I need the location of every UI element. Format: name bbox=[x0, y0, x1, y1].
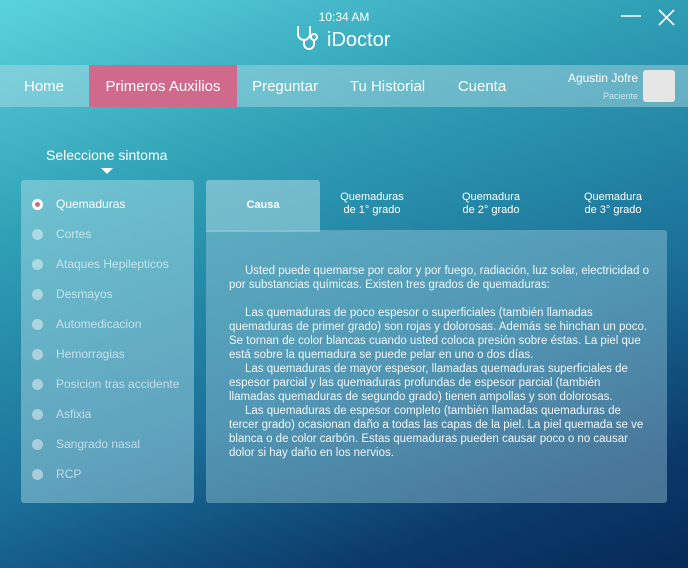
tab-label-line: Quemaduras bbox=[340, 191, 404, 203]
tab-label-line: de 3° grado bbox=[584, 204, 642, 216]
symptom-item-hemorragias[interactable]: Hemorragias bbox=[21, 341, 194, 367]
user-role: Paciente bbox=[602, 91, 638, 101]
symptom-list: Quemaduras Cortes Ataques Hepilepticos D… bbox=[21, 180, 194, 503]
radio-unselected[interactable] bbox=[32, 349, 43, 360]
title-bar: 10:34 AM iDoctor bbox=[0, 0, 688, 64]
radio-unselected[interactable] bbox=[32, 259, 43, 270]
radio-selected[interactable] bbox=[32, 199, 43, 210]
tab-second-degree[interactable]: Quemadura de 2° grado bbox=[446, 180, 536, 232]
content-text: Usted puede quemarse por calor y por fue… bbox=[229, 264, 649, 460]
symptom-label: Hemorragias bbox=[56, 347, 125, 361]
content-paragraph: Usted puede quemarse por calor y por fue… bbox=[229, 265, 650, 291]
symptom-select-label: Seleccione sintoma bbox=[46, 147, 168, 163]
symptom-item-ataques-hepilepticos[interactable]: Ataques Hepilepticos bbox=[21, 251, 194, 277]
radio-unselected[interactable] bbox=[32, 409, 43, 420]
tab-label-line: de 2° grado bbox=[462, 204, 520, 216]
nav-bar: Home Primeros Auxilios Preguntar Tu Hist… bbox=[0, 65, 688, 107]
radio-unselected[interactable] bbox=[32, 379, 43, 390]
tab-label-line: de 1° grado bbox=[343, 204, 401, 216]
nav-ask[interactable]: Preguntar bbox=[237, 65, 333, 107]
tab-first-degree[interactable]: Quemaduras de 1° grado bbox=[326, 180, 418, 232]
clock: 10:34 AM bbox=[318, 10, 370, 24]
info-tabs: Causa Quemaduras de 1° grado Quemadura d… bbox=[206, 180, 667, 503]
nav-history[interactable]: Tu Historial bbox=[340, 65, 435, 107]
symptom-item-desmayos[interactable]: Desmayos bbox=[21, 281, 194, 307]
radio-unselected[interactable] bbox=[32, 319, 43, 330]
symptom-item-rcp[interactable]: RCP bbox=[21, 461, 194, 487]
user-name: Agustin Jofre bbox=[567, 71, 638, 85]
nav-first-aid[interactable]: Primeros Auxilios bbox=[89, 65, 237, 107]
avatar[interactable] bbox=[643, 70, 675, 102]
radio-unselected[interactable] bbox=[32, 439, 43, 450]
caret-down-icon bbox=[101, 168, 113, 174]
tab-third-degree[interactable]: Quemadura de 3° grado bbox=[568, 180, 658, 232]
symptom-item-asfixia[interactable]: Asfixia bbox=[21, 401, 194, 427]
symptom-item-quemaduras[interactable]: Quemaduras bbox=[21, 191, 194, 217]
nav-account[interactable]: Cuenta bbox=[446, 65, 518, 107]
content-paragraph: Las quemaduras de poco espesor o superfi… bbox=[229, 307, 648, 361]
radio-unselected[interactable] bbox=[32, 229, 43, 240]
symptom-label: Asfixia bbox=[56, 407, 92, 421]
symptom-item-automedicacion[interactable]: Automedicacion bbox=[21, 311, 194, 337]
symptom-label: Desmayos bbox=[56, 287, 113, 301]
symptom-label: Ataques Hepilepticos bbox=[56, 257, 169, 271]
minimize-icon[interactable] bbox=[620, 8, 642, 28]
radio-unselected[interactable] bbox=[32, 469, 43, 480]
content-panel: Usted puede quemarse por calor y por fue… bbox=[206, 230, 667, 503]
brand: iDoctor bbox=[294, 24, 391, 57]
app-name: iDoctor bbox=[327, 28, 391, 51]
close-icon[interactable] bbox=[656, 8, 678, 28]
tab-label-line: Quemadura bbox=[583, 191, 643, 203]
tab-label-line: Quemadura bbox=[461, 191, 521, 203]
tab-causa[interactable]: Causa bbox=[206, 180, 320, 232]
symptom-label: Automedicacion bbox=[56, 317, 142, 331]
content-paragraph: Las quemaduras de mayor espesor, llamada… bbox=[229, 363, 628, 403]
symptom-label: Cortes bbox=[56, 227, 92, 241]
nav-home[interactable]: Home bbox=[0, 65, 88, 107]
symptom-label: Posicion tras accidente bbox=[56, 377, 180, 391]
symptom-item-posicion-tras-accidente[interactable]: Posicion tras accidente bbox=[21, 371, 194, 397]
radio-unselected[interactable] bbox=[32, 289, 43, 300]
symptom-item-cortes[interactable]: Cortes bbox=[21, 221, 194, 247]
symptom-label: Quemaduras bbox=[56, 197, 126, 211]
stethoscope-icon bbox=[294, 24, 322, 57]
content-paragraph: Las quemaduras de espesor completo (tamb… bbox=[229, 405, 644, 459]
symptom-label: RCP bbox=[56, 467, 82, 481]
symptom-label: Sangrado nasal bbox=[56, 437, 141, 451]
symptom-item-sangrado-nasal[interactable]: Sangrado nasal bbox=[21, 431, 194, 457]
